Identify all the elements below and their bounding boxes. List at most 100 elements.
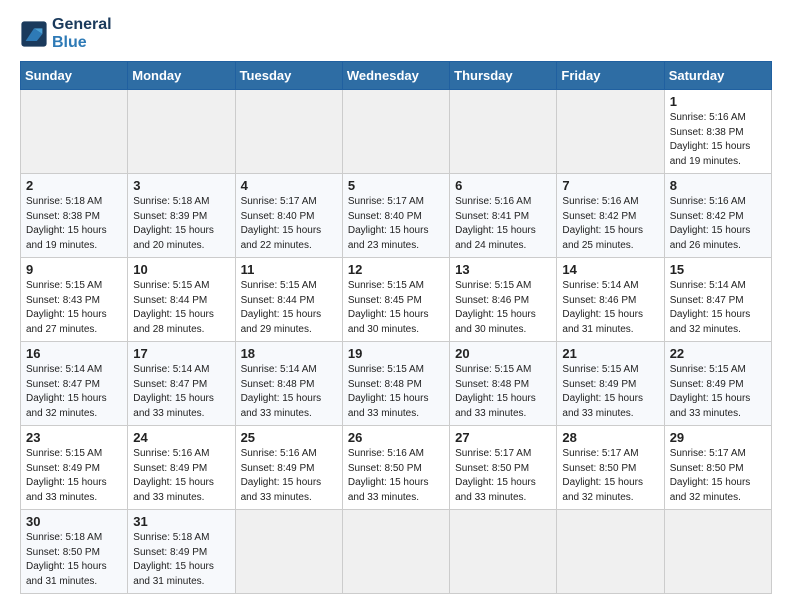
calendar-week-row: 9 Sunrise: 5:15 AM Sunset: 8:43 PM Daylig… xyxy=(21,258,772,342)
day-number: 15 xyxy=(670,262,766,277)
calendar-cell: 14 Sunrise: 5:14 AM Sunset: 8:46 PM Dayli… xyxy=(557,258,664,342)
day-info: Sunrise: 5:17 AM Sunset: 8:40 PM Dayligh… xyxy=(241,195,337,253)
day-info: Sunrise: 5:18 AM Sunset: 8:50 PM Dayligh… xyxy=(26,531,122,589)
day-info: Sunrise: 5:14 AM Sunset: 8:47 PM Dayligh… xyxy=(133,363,229,421)
day-number: 11 xyxy=(241,262,337,277)
day-info: Sunrise: 5:17 AM Sunset: 8:50 PM Dayligh… xyxy=(670,447,766,505)
calendar-day-header: Friday xyxy=(557,62,664,90)
day-info: Sunrise: 5:15 AM Sunset: 8:48 PM Dayligh… xyxy=(455,363,551,421)
day-info: Sunrise: 5:15 AM Sunset: 8:45 PM Dayligh… xyxy=(348,279,444,337)
calendar-cell: 9 Sunrise: 5:15 AM Sunset: 8:43 PM Daylig… xyxy=(21,258,128,342)
day-number: 29 xyxy=(670,430,766,445)
day-number: 3 xyxy=(133,178,229,193)
day-number: 23 xyxy=(26,430,122,445)
day-number: 18 xyxy=(241,346,337,361)
day-info: Sunrise: 5:14 AM Sunset: 8:47 PM Dayligh… xyxy=(670,279,766,337)
calendar-week-row: 23 Sunrise: 5:15 AM Sunset: 8:49 PM Dayli… xyxy=(21,426,772,510)
day-number: 9 xyxy=(26,262,122,277)
calendar-cell xyxy=(128,90,235,174)
calendar-cell xyxy=(235,90,342,174)
day-number: 25 xyxy=(241,430,337,445)
calendar-day-header: Saturday xyxy=(664,62,771,90)
day-number: 12 xyxy=(348,262,444,277)
day-number: 20 xyxy=(455,346,551,361)
day-number: 26 xyxy=(348,430,444,445)
day-number: 5 xyxy=(348,178,444,193)
calendar-cell: 13Sunrise: 5:15 AM Sunset: 8:46 PM Dayli… xyxy=(450,258,557,342)
day-number: 2 xyxy=(26,178,122,193)
calendar-cell xyxy=(342,90,449,174)
calendar-cell: 7Sunrise: 5:16 AM Sunset: 8:42 PM Daylig… xyxy=(557,174,664,258)
calendar-cell xyxy=(557,510,664,594)
calendar-week-row: 1Sunrise: 5:16 AM Sunset: 8:38 PM Daylig… xyxy=(21,90,772,174)
calendar-cell: 26Sunrise: 5:16 AM Sunset: 8:50 PM Dayli… xyxy=(342,426,449,510)
day-number: 10 xyxy=(133,262,229,277)
header: General Blue xyxy=(20,16,772,51)
calendar-cell: 2 Sunrise: 5:18 AM Sunset: 8:38 PM Daylig… xyxy=(21,174,128,258)
day-info: Sunrise: 5:16 AM Sunset: 8:42 PM Dayligh… xyxy=(562,195,658,253)
calendar-cell: 15 Sunrise: 5:14 AM Sunset: 8:47 PM Dayli… xyxy=(664,258,771,342)
day-info: Sunrise: 5:18 AM Sunset: 8:39 PM Dayligh… xyxy=(133,195,229,253)
day-number: 24 xyxy=(133,430,229,445)
day-info: Sunrise: 5:14 AM Sunset: 8:46 PM Dayligh… xyxy=(562,279,658,337)
day-number: 1 xyxy=(670,94,766,109)
day-number: 8 xyxy=(670,178,766,193)
calendar-cell xyxy=(557,90,664,174)
day-info: Sunrise: 5:15 AM Sunset: 8:44 PM Dayligh… xyxy=(133,279,229,337)
logo-icon xyxy=(20,20,48,48)
calendar-cell: 22Sunrise: 5:15 AM Sunset: 8:49 PM Dayli… xyxy=(664,342,771,426)
day-number: 16 xyxy=(26,346,122,361)
calendar-cell: 6Sunrise: 5:16 AM Sunset: 8:41 PM Daylig… xyxy=(450,174,557,258)
calendar-cell: 5Sunrise: 5:17 AM Sunset: 8:40 PM Daylig… xyxy=(342,174,449,258)
logo-text: General Blue xyxy=(52,16,112,51)
day-info: Sunrise: 5:15 AM Sunset: 8:49 PM Dayligh… xyxy=(26,447,122,505)
calendar-cell: 25 Sunrise: 5:16 AM Sunset: 8:49 PM Dayli… xyxy=(235,426,342,510)
calendar-day-header: Monday xyxy=(128,62,235,90)
day-number: 21 xyxy=(562,346,658,361)
day-number: 17 xyxy=(133,346,229,361)
calendar-cell: 16 Sunrise: 5:14 AM Sunset: 8:47 PM Dayli… xyxy=(21,342,128,426)
calendar-cell: 11 Sunrise: 5:15 AM Sunset: 8:44 PM Dayli… xyxy=(235,258,342,342)
calendar-cell: 23 Sunrise: 5:15 AM Sunset: 8:49 PM Dayli… xyxy=(21,426,128,510)
day-number: 6 xyxy=(455,178,551,193)
day-number: 27 xyxy=(455,430,551,445)
calendar-day-header: Wednesday xyxy=(342,62,449,90)
calendar-cell xyxy=(235,510,342,594)
calendar-cell: 29 Sunrise: 5:17 AM Sunset: 8:50 PM Dayli… xyxy=(664,426,771,510)
page: General Blue SundayMondayTuesdayWednesda… xyxy=(0,0,792,610)
day-info: Sunrise: 5:16 AM Sunset: 8:49 PM Dayligh… xyxy=(241,447,337,505)
calendar-week-row: 30 Sunrise: 5:18 AM Sunset: 8:50 PM Dayli… xyxy=(21,510,772,594)
day-info: Sunrise: 5:14 AM Sunset: 8:47 PM Dayligh… xyxy=(26,363,122,421)
calendar-cell: 27 Sunrise: 5:17 AM Sunset: 8:50 PM Dayli… xyxy=(450,426,557,510)
day-info: Sunrise: 5:15 AM Sunset: 8:49 PM Dayligh… xyxy=(562,363,658,421)
calendar-cell: 12 Sunrise: 5:15 AM Sunset: 8:45 PM Dayli… xyxy=(342,258,449,342)
calendar-cell: 8 Sunrise: 5:16 AM Sunset: 8:42 PM Daylig… xyxy=(664,174,771,258)
calendar-cell: 19Sunrise: 5:15 AM Sunset: 8:48 PM Dayli… xyxy=(342,342,449,426)
day-info: Sunrise: 5:16 AM Sunset: 8:49 PM Dayligh… xyxy=(133,447,229,505)
calendar-cell xyxy=(450,90,557,174)
day-info: Sunrise: 5:17 AM Sunset: 8:50 PM Dayligh… xyxy=(455,447,551,505)
calendar-cell xyxy=(450,510,557,594)
calendar-cell: 3 Sunrise: 5:18 AM Sunset: 8:39 PM Daylig… xyxy=(128,174,235,258)
day-number: 30 xyxy=(26,514,122,529)
calendar-day-header: Tuesday xyxy=(235,62,342,90)
logo: General Blue xyxy=(20,16,112,51)
calendar-cell: 30 Sunrise: 5:18 AM Sunset: 8:50 PM Dayli… xyxy=(21,510,128,594)
calendar-cell: 21 Sunrise: 5:15 AM Sunset: 8:49 PM Dayli… xyxy=(557,342,664,426)
calendar-cell xyxy=(21,90,128,174)
calendar-day-header: Sunday xyxy=(21,62,128,90)
day-number: 14 xyxy=(562,262,658,277)
day-info: Sunrise: 5:18 AM Sunset: 8:38 PM Dayligh… xyxy=(26,195,122,253)
calendar-cell: 31Sunrise: 5:18 AM Sunset: 8:49 PM Dayli… xyxy=(128,510,235,594)
day-number: 4 xyxy=(241,178,337,193)
calendar-week-row: 2 Sunrise: 5:18 AM Sunset: 8:38 PM Daylig… xyxy=(21,174,772,258)
calendar-cell: 24 Sunrise: 5:16 AM Sunset: 8:49 PM Dayli… xyxy=(128,426,235,510)
calendar-week-row: 16 Sunrise: 5:14 AM Sunset: 8:47 PM Dayli… xyxy=(21,342,772,426)
calendar-cell: 17 Sunrise: 5:14 AM Sunset: 8:47 PM Dayli… xyxy=(128,342,235,426)
day-info: Sunrise: 5:15 AM Sunset: 8:43 PM Dayligh… xyxy=(26,279,122,337)
day-info: Sunrise: 5:16 AM Sunset: 8:42 PM Dayligh… xyxy=(670,195,766,253)
day-info: Sunrise: 5:15 AM Sunset: 8:44 PM Dayligh… xyxy=(241,279,337,337)
calendar-cell: 20 Sunrise: 5:15 AM Sunset: 8:48 PM Dayli… xyxy=(450,342,557,426)
day-info: Sunrise: 5:17 AM Sunset: 8:50 PM Dayligh… xyxy=(562,447,658,505)
day-number: 13 xyxy=(455,262,551,277)
